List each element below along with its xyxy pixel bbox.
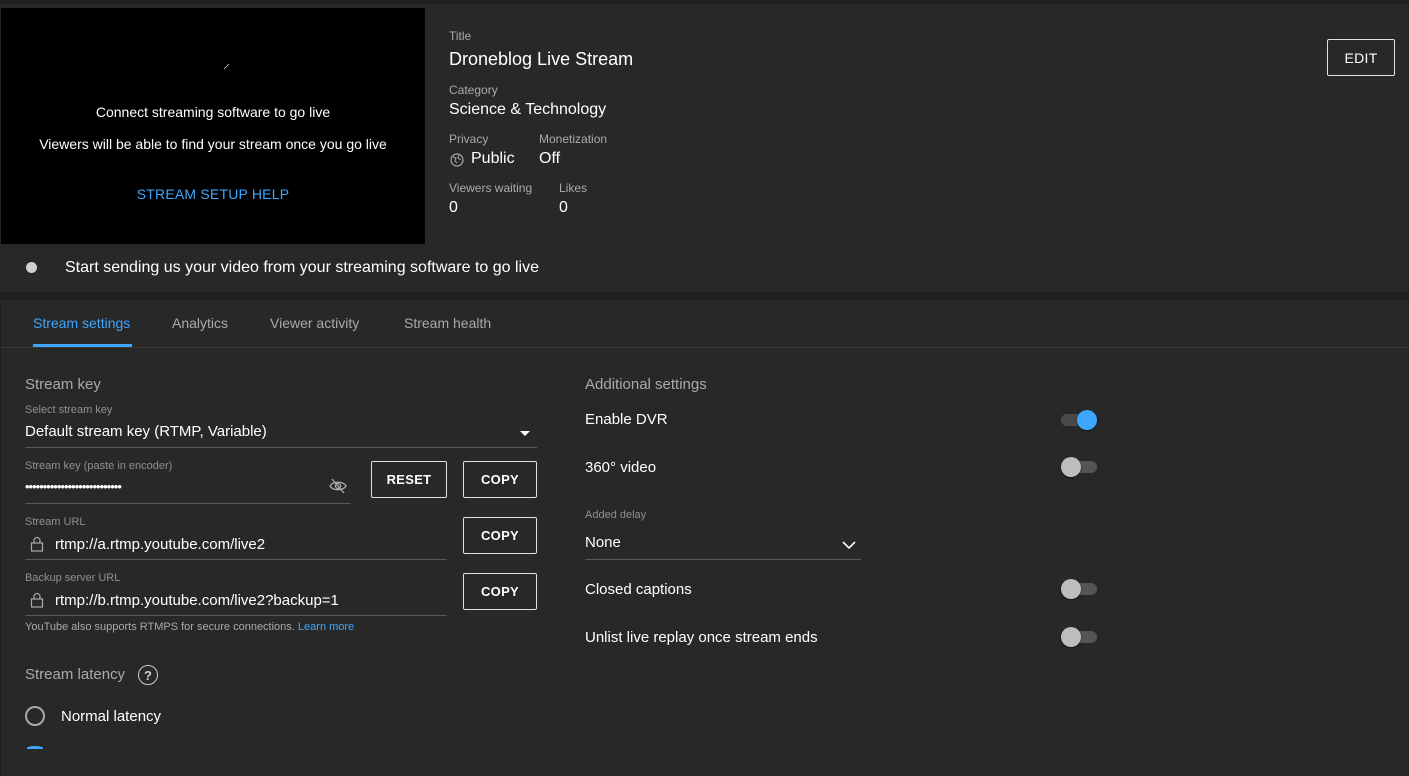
globe-icon xyxy=(450,153,464,167)
toggle-thumb xyxy=(1061,627,1081,647)
tab-stream-settings[interactable]: Stream settings xyxy=(33,315,130,331)
toggle-thumb xyxy=(1077,410,1097,430)
title-label: Title xyxy=(449,29,472,43)
toggle-thumb xyxy=(1061,457,1081,477)
stream-setup-help-link[interactable]: STREAM SETUP HELP xyxy=(1,186,425,202)
stream-title: Droneblog Live Stream xyxy=(449,49,634,69)
stream-url-underline xyxy=(25,559,447,560)
status-message: Start sending us your video from your st… xyxy=(65,259,539,276)
normal-latency-label: Normal latency xyxy=(61,708,162,725)
stream-preview: ⸝ Connect streaming software to go live … xyxy=(1,8,425,248)
copy-backup-url-button[interactable]: COPY xyxy=(463,573,537,610)
rtmps-hint: YouTube also supports RTMPS for secure c… xyxy=(25,621,354,633)
stream-key-label: Stream key (paste in encoder) xyxy=(25,460,173,472)
select-underline xyxy=(25,447,537,448)
video-360-label: 360° video xyxy=(585,459,657,476)
viewers-waiting-value: 0 xyxy=(449,199,458,216)
unlist-replay-label: Unlist live replay once stream ends xyxy=(585,629,818,646)
select-stream-key-label: Select stream key xyxy=(25,404,113,416)
active-tab-indicator xyxy=(33,344,132,347)
stream-latency-heading: Stream latency xyxy=(25,666,126,683)
settings-panel: Stream settings Analytics Viewer activit… xyxy=(1,300,1409,776)
preview-message: Connect streaming software to go live xyxy=(95,104,331,120)
viewers-waiting-label: Viewers waiting xyxy=(449,181,533,195)
privacy-value: Public xyxy=(471,150,515,167)
unlist-replay-toggle[interactable] xyxy=(1061,627,1097,647)
tab-analytics[interactable]: Analytics xyxy=(172,315,228,331)
tab-stream-health[interactable]: Stream health xyxy=(404,315,491,331)
added-delay-label: Added delay xyxy=(585,509,647,521)
copy-stream-url-button[interactable]: COPY xyxy=(463,517,537,554)
enable-dvr-toggle[interactable] xyxy=(1061,410,1097,430)
enable-dvr-label: Enable DVR xyxy=(585,411,668,428)
rtmps-hint-text: YouTube also supports RTMPS for secure c… xyxy=(25,621,295,633)
lock-icon xyxy=(30,592,44,608)
additional-settings-heading: Additional settings xyxy=(585,376,707,393)
stream-key-underline xyxy=(25,503,351,504)
low-latency-radio[interactable] xyxy=(27,746,43,750)
privacy-label: Privacy xyxy=(449,132,489,146)
delay-underline xyxy=(585,559,861,560)
category-label: Category xyxy=(449,83,498,97)
reset-button[interactable]: RESET xyxy=(371,461,447,498)
visibility-off-icon[interactable] xyxy=(329,478,347,494)
toggle-thumb xyxy=(1061,579,1081,599)
backup-url-field[interactable]: rtmp://b.rtmp.youtube.com/live2?backup=1 xyxy=(55,592,339,609)
stream-url-field[interactable]: rtmp://a.rtmp.youtube.com/live2 xyxy=(55,536,265,553)
closed-captions-label: Closed captions xyxy=(585,581,692,598)
stream-key-heading: Stream key xyxy=(25,376,101,393)
closed-captions-toggle[interactable] xyxy=(1061,579,1097,599)
status-indicator-icon xyxy=(26,262,37,273)
status-bar: Start sending us your video from your st… xyxy=(0,244,1409,292)
edit-button[interactable]: EDIT xyxy=(1327,39,1395,76)
monetization-label: Monetization xyxy=(539,132,608,146)
help-icon[interactable]: ? xyxy=(138,665,158,685)
likes-label: Likes xyxy=(559,181,588,195)
backup-url-label: Backup server URL xyxy=(25,572,121,584)
loading-spinner-icon: ⸝ xyxy=(223,55,230,71)
category-value: Science & Technology xyxy=(449,101,607,118)
preview-submessage: Viewers will be able to find your stream… xyxy=(39,136,387,152)
monetization-value: Off xyxy=(539,150,561,167)
tab-bar: Stream settings Analytics Viewer activit… xyxy=(1,300,1409,348)
stream-url-label: Stream URL xyxy=(25,516,86,528)
tab-viewer-activity[interactable]: Viewer activity xyxy=(270,315,359,331)
stream-overview-panel: ⸝ Connect streaming software to go live … xyxy=(0,0,1409,248)
normal-latency-radio[interactable] xyxy=(25,706,45,726)
dropdown-arrow-icon[interactable] xyxy=(520,431,530,436)
backup-url-underline xyxy=(25,615,447,616)
stream-key-select[interactable]: Default stream key (RTMP, Variable) xyxy=(25,423,267,440)
copy-stream-key-button[interactable]: COPY xyxy=(463,461,537,498)
lock-icon xyxy=(30,536,44,552)
stream-key-field[interactable]: ••••••••••••••••••••••••••• xyxy=(25,479,122,494)
chevron-down-icon[interactable] xyxy=(842,540,856,550)
added-delay-select[interactable]: None xyxy=(585,534,621,551)
learn-more-link[interactable]: Learn more xyxy=(298,621,354,633)
video-360-toggle[interactable] xyxy=(1061,457,1097,477)
likes-value: 0 xyxy=(559,199,568,216)
